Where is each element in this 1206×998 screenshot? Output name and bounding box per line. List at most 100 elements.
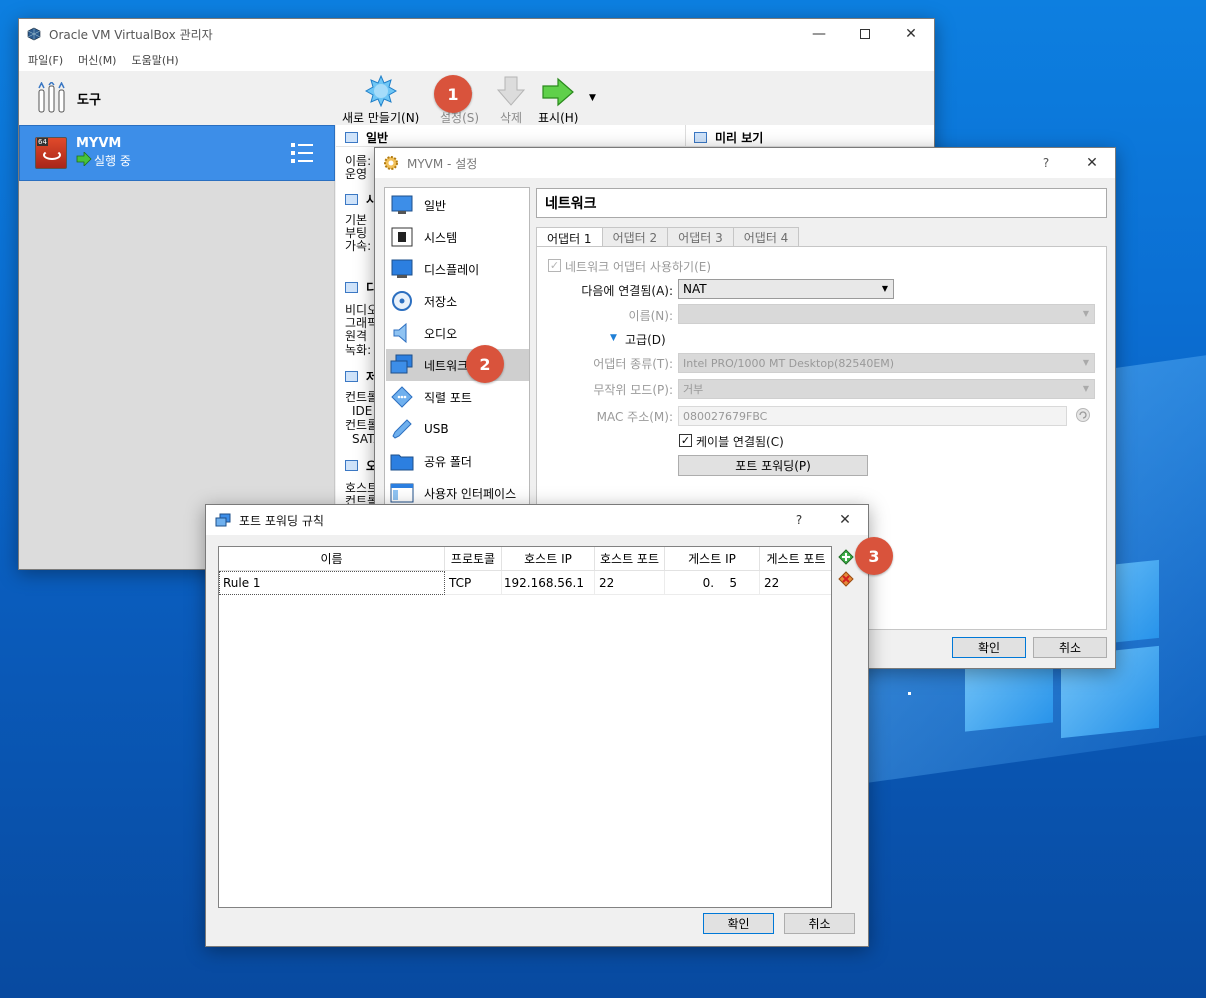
rule-host-ip-cell[interactable]: 192.168.56.1 bbox=[502, 571, 595, 595]
rule-guest-ip-cell[interactable]: 0. 5 bbox=[665, 571, 760, 595]
rule-name-cell[interactable]: Rule 1 bbox=[219, 571, 445, 595]
menu-machine[interactable]: 머신(M) bbox=[78, 52, 116, 68]
vm-list-item[interactable]: 64 MYVM 실행 중 bbox=[19, 125, 335, 181]
add-rule-icon[interactable] bbox=[838, 549, 854, 565]
desktop-speck bbox=[908, 692, 911, 695]
vm-details-menu-icon[interactable] bbox=[290, 141, 314, 165]
attached-to-value: NAT bbox=[683, 282, 707, 296]
port-forwarding-title: 포트 포워딩 규칙 bbox=[239, 513, 324, 528]
tab-adapter-4[interactable]: 어댑터 4 bbox=[732, 227, 800, 247]
show-button[interactable]: 표시(H) bbox=[538, 75, 578, 126]
settings-close-button[interactable]: ✕ bbox=[1069, 148, 1115, 178]
display-line-2: 원격 bbox=[345, 329, 368, 343]
monitor-icon bbox=[390, 258, 414, 280]
chevron-down-icon: ▼ bbox=[1082, 358, 1089, 367]
storage-section-header: 저 bbox=[345, 368, 377, 385]
vm-os-badge: 64 bbox=[37, 138, 48, 146]
category-serial-ports[interactable]: 직렬 포트 bbox=[386, 381, 529, 413]
column-header-guest-ip[interactable]: 게스트 IP bbox=[665, 547, 760, 571]
preview-section-icon bbox=[694, 132, 707, 143]
chevron-down-icon: ▼ bbox=[1082, 309, 1089, 318]
category-network[interactable]: 네트워크 bbox=[386, 349, 529, 381]
disk-icon bbox=[390, 290, 414, 312]
enable-adapter-checkbox[interactable]: ✓ bbox=[548, 259, 561, 272]
column-header-host-port[interactable]: 호스트 포트 bbox=[595, 547, 665, 571]
category-audio[interactable]: 오디오 bbox=[386, 317, 529, 349]
attached-to-select[interactable]: NAT ▼ bbox=[678, 279, 894, 299]
port-forwarding-ok-button[interactable]: 확인 bbox=[703, 913, 774, 934]
advanced-expand-icon[interactable]: ▼ bbox=[610, 333, 617, 343]
category-usb[interactable]: USB bbox=[386, 413, 529, 445]
mac-address-field[interactable]: 080027679FBC bbox=[678, 406, 1067, 426]
minimize-button[interactable]: — bbox=[796, 19, 842, 49]
cable-connected-checkbox[interactable]: ✓ bbox=[679, 434, 692, 447]
promiscuous-mode-value: 거부 bbox=[683, 383, 704, 396]
promiscuous-mode-label: 무작위 모드(P): bbox=[593, 383, 673, 397]
remove-rule-icon[interactable] bbox=[838, 571, 854, 587]
network-icon bbox=[215, 513, 231, 527]
port-forwarding-button[interactable]: 포트 포워딩(P) bbox=[678, 455, 868, 476]
port-forwarding-cancel-button[interactable]: 취소 bbox=[784, 913, 855, 934]
tab-adapter-3[interactable]: 어댑터 3 bbox=[667, 227, 734, 247]
machine-list-pane: 도구 64 MYVM 실행 중 bbox=[19, 71, 335, 569]
tab-adapter-1[interactable]: 어댑터 1 bbox=[536, 227, 603, 248]
close-button[interactable]: ✕ bbox=[888, 19, 934, 49]
menu-help[interactable]: 도움말(H) bbox=[131, 52, 178, 68]
adapter-name-select[interactable]: ▼ bbox=[678, 304, 1095, 324]
promiscuous-mode-select[interactable]: 거부 ▼ bbox=[678, 379, 1095, 399]
storage-line-1: IDE bbox=[352, 404, 373, 418]
system-line-0: 기본 bbox=[345, 213, 368, 227]
display-section-header: 디 bbox=[345, 279, 377, 296]
new-machine-button[interactable]: 새로 만들기(N) bbox=[342, 75, 419, 126]
column-header-guest-port[interactable]: 게스트 포트 bbox=[760, 547, 831, 571]
port-forwarding-titlebar[interactable]: 포트 포워딩 규칙 ? ✕ bbox=[206, 505, 868, 535]
attached-to-label: 다음에 연결됨(A): bbox=[581, 284, 673, 298]
category-label: 저장소 bbox=[424, 294, 458, 309]
tab-adapter-2[interactable]: 어댑터 2 bbox=[601, 227, 669, 247]
system-section-header: 시 bbox=[345, 191, 377, 208]
manager-titlebar[interactable]: Oracle VM VirtualBox 관리자 — ✕ bbox=[19, 19, 934, 49]
category-display[interactable]: 디스플레이 bbox=[386, 253, 529, 285]
help-icon: ? bbox=[795, 513, 803, 527]
category-storage[interactable]: 저장소 bbox=[386, 285, 529, 317]
maximize-icon bbox=[860, 29, 870, 39]
adapter-tabs: 어댑터 1 어댑터 2 어댑터 3 어댑터 4 bbox=[536, 227, 800, 248]
speaker-icon bbox=[390, 322, 414, 344]
rule-protocol-cell[interactable]: TCP bbox=[445, 571, 502, 595]
adapter-type-select[interactable]: Intel PRO/1000 MT Desktop(82540EM) ▼ bbox=[678, 353, 1095, 373]
category-general[interactable]: 일반 bbox=[386, 189, 529, 221]
manager-title: Oracle VM VirtualBox 관리자 bbox=[49, 27, 213, 42]
delete-label: 삭제 bbox=[499, 111, 523, 125]
refresh-mac-icon[interactable] bbox=[1075, 407, 1091, 423]
column-header-host-ip[interactable]: 호스트 IP bbox=[502, 547, 595, 571]
delete-button[interactable]: 삭제 bbox=[496, 75, 526, 126]
column-header-name[interactable]: 이름 bbox=[219, 547, 445, 571]
port-forwarding-help-button[interactable]: ? bbox=[776, 505, 822, 535]
green-arrow-icon bbox=[541, 77, 575, 107]
running-arrow-icon bbox=[76, 152, 92, 166]
menu-file[interactable]: 파일(F) bbox=[28, 52, 63, 68]
tools-item[interactable]: 도구 bbox=[19, 71, 335, 125]
settings-titlebar[interactable]: MYVM - 설정 ? ✕ bbox=[375, 148, 1115, 178]
category-label: 시스템 bbox=[424, 230, 458, 245]
settings-cancel-button[interactable]: 취소 bbox=[1033, 637, 1107, 658]
maximize-button[interactable] bbox=[842, 19, 888, 49]
advanced-label[interactable]: 고급(D) bbox=[625, 331, 666, 348]
category-system[interactable]: 시스템 bbox=[386, 221, 529, 253]
category-label: 디스플레이 bbox=[424, 262, 480, 277]
category-shared-folders[interactable]: 공유 폴더 bbox=[386, 445, 529, 477]
adapter-type-label: 어댑터 종류(T): bbox=[593, 357, 673, 371]
virtualbox-app-icon bbox=[27, 27, 41, 41]
settings-ok-button[interactable]: 확인 bbox=[952, 637, 1026, 658]
show-dropdown-chevron-icon[interactable]: ▼ bbox=[589, 93, 596, 103]
mac-address-value: 080027679FBC bbox=[683, 409, 768, 423]
category-label: 오디오 bbox=[424, 326, 458, 341]
tools-icon bbox=[37, 82, 67, 114]
rule-guest-port-cell[interactable]: 22 bbox=[760, 571, 831, 595]
rule-host-port-cell[interactable]: 22 bbox=[595, 571, 665, 595]
port-forwarding-close-button[interactable]: ✕ bbox=[822, 505, 868, 535]
enable-adapter-label: 네트워크 어댑터 사용하기(E) bbox=[565, 260, 712, 274]
settings-help-button[interactable]: ? bbox=[1023, 148, 1069, 178]
minimize-icon: — bbox=[812, 26, 826, 42]
column-header-protocol[interactable]: 프로토콜 bbox=[445, 547, 502, 571]
